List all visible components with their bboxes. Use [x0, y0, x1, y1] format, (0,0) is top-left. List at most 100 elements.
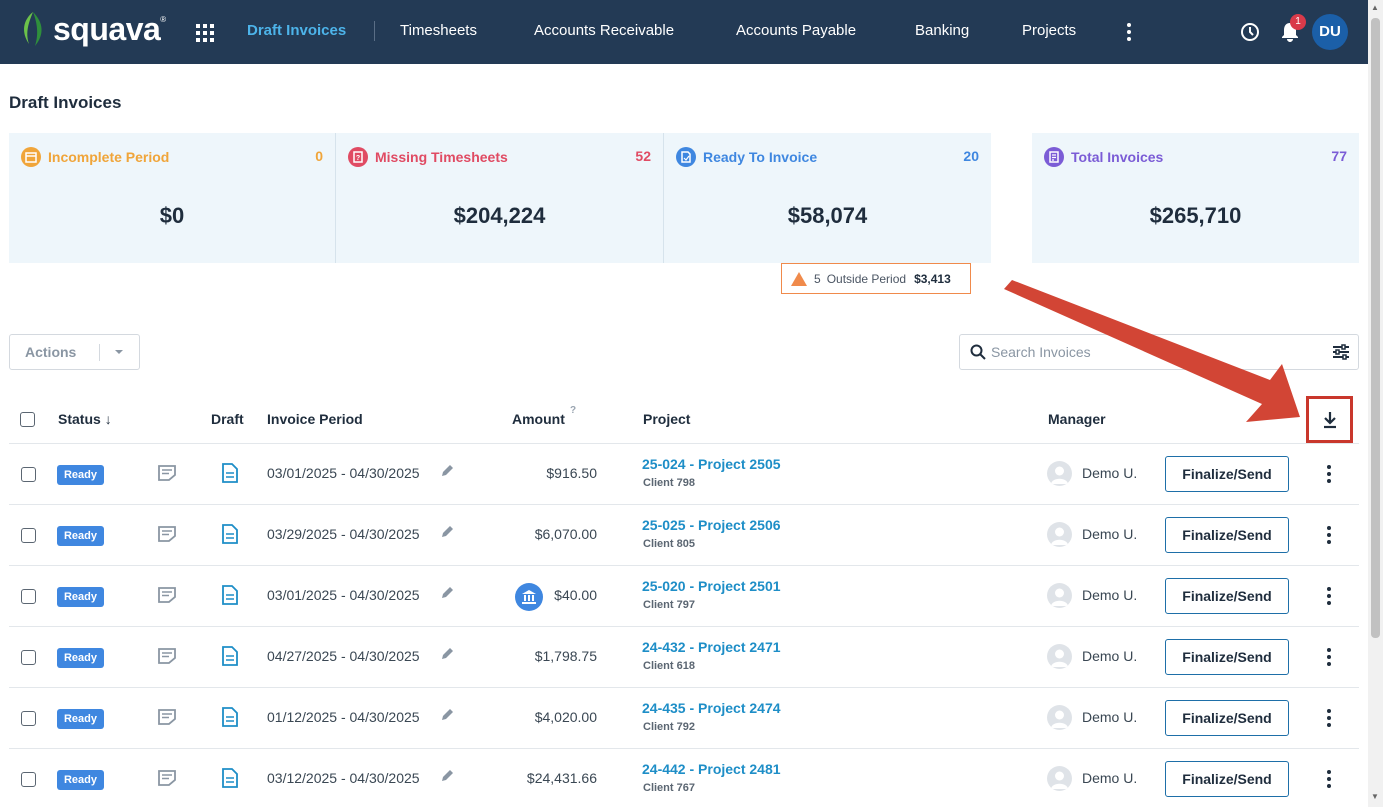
- table-row[interactable]: Ready 03/29/2025 - 04/30/2025 $6,070.00 …: [9, 505, 1359, 566]
- download-icon[interactable]: [1322, 411, 1338, 429]
- draft-document-icon[interactable]: [221, 707, 239, 727]
- row-more-menu-icon[interactable]: [1325, 525, 1333, 545]
- manager-name: Demo U.: [1082, 709, 1138, 725]
- scroll-down-arrow-icon[interactable]: ▼: [1371, 792, 1379, 801]
- finalize-send-button[interactable]: Finalize/Send: [1165, 578, 1289, 614]
- project-link[interactable]: 24-435 - Project 2474: [642, 700, 781, 716]
- apps-grid-icon[interactable]: [196, 24, 214, 42]
- header-invoice-period[interactable]: Invoice Period: [267, 411, 363, 427]
- nav-draft-invoices[interactable]: Draft Invoices: [247, 22, 346, 39]
- row-checkbox[interactable]: [21, 772, 36, 787]
- row-checkbox[interactable]: [21, 711, 36, 726]
- card-missing-timesheets[interactable]: ? Missing Timesheets 52 $204,224: [336, 133, 663, 263]
- card-count: 20: [963, 148, 979, 164]
- edit-pencil-icon[interactable]: [439, 463, 455, 479]
- project-link[interactable]: 25-025 - Project 2506: [642, 517, 781, 533]
- header-status-label: Status: [58, 411, 101, 427]
- finalize-send-button[interactable]: Finalize/Send: [1165, 517, 1289, 553]
- row-more-menu-icon[interactable]: [1325, 464, 1333, 484]
- nav-timesheets[interactable]: Timesheets: [400, 22, 477, 39]
- card-ready-to-invoice[interactable]: Ready To Invoice 20 $58,074: [664, 133, 991, 263]
- manager-name: Demo U.: [1082, 770, 1138, 786]
- draft-document-icon[interactable]: [221, 646, 239, 666]
- outside-period-alert[interactable]: 5 Outside Period $3,413: [781, 263, 971, 294]
- invoice-total-icon: [1044, 147, 1064, 167]
- manager-avatar-icon: [1047, 461, 1072, 486]
- download-highlight-box[interactable]: [1306, 396, 1353, 443]
- row-more-menu-icon[interactable]: [1325, 647, 1333, 667]
- manager-avatar-icon: [1047, 522, 1072, 547]
- finalize-send-button[interactable]: Finalize/Send: [1165, 456, 1289, 492]
- calendar-icon: [21, 147, 41, 167]
- scroll-up-arrow-icon[interactable]: ▲: [1371, 3, 1379, 12]
- finalize-send-button[interactable]: Finalize/Send: [1165, 639, 1289, 675]
- finalize-send-button[interactable]: Finalize/Send: [1165, 761, 1289, 797]
- table-row[interactable]: Ready 03/01/2025 - 04/30/2025 $916.50 25…: [9, 444, 1359, 505]
- bank-icon[interactable]: [515, 583, 543, 611]
- row-checkbox[interactable]: [21, 650, 36, 665]
- edit-pencil-icon[interactable]: [439, 707, 455, 723]
- clock-icon[interactable]: [1240, 22, 1260, 42]
- invoice-amount: $1,798.75: [534, 648, 597, 664]
- notes-icon[interactable]: [157, 708, 177, 726]
- finalize-send-button[interactable]: Finalize/Send: [1165, 700, 1289, 736]
- header-amount[interactable]: Amount: [512, 411, 565, 427]
- row-more-menu-icon[interactable]: [1325, 769, 1333, 789]
- table-row[interactable]: Ready 03/01/2025 - 04/30/2025 $40.00 25-…: [9, 566, 1359, 627]
- manager-name: Demo U.: [1082, 648, 1138, 664]
- project-link[interactable]: 24-432 - Project 2471: [642, 639, 781, 655]
- actions-dropdown[interactable]: Actions: [9, 334, 140, 370]
- card-total-invoices[interactable]: Total Invoices 77 $265,710: [1032, 133, 1359, 263]
- svg-text:?: ?: [356, 155, 360, 162]
- project-link[interactable]: 25-020 - Project 2501: [642, 578, 781, 594]
- draft-document-icon[interactable]: [221, 585, 239, 605]
- status-badge: Ready: [57, 465, 104, 485]
- sort-down-arrow-icon: ↓: [104, 411, 112, 427]
- edit-pencil-icon[interactable]: [439, 646, 455, 662]
- table-row[interactable]: Ready 01/12/2025 - 04/30/2025 $4,020.00 …: [9, 688, 1359, 749]
- project-link[interactable]: 25-024 - Project 2505: [642, 456, 781, 472]
- warning-triangle-icon: [791, 271, 807, 286]
- more-nav-icon[interactable]: [1120, 22, 1138, 42]
- project-link[interactable]: 24-442 - Project 2481: [642, 761, 781, 777]
- edit-pencil-icon[interactable]: [439, 768, 455, 784]
- draft-document-icon[interactable]: [221, 768, 239, 788]
- edit-pencil-icon[interactable]: [439, 524, 455, 540]
- top-nav-bar: squava ® Draft Invoices Timesheets Accou…: [0, 0, 1368, 64]
- draft-document-icon[interactable]: [221, 524, 239, 544]
- row-more-menu-icon[interactable]: [1325, 708, 1333, 728]
- notes-icon[interactable]: [157, 525, 177, 543]
- scrollbar-thumb[interactable]: [1371, 18, 1380, 638]
- row-checkbox[interactable]: [21, 528, 36, 543]
- nav-accounts-receivable[interactable]: Accounts Receivable: [534, 22, 674, 39]
- manager-avatar-icon: [1047, 583, 1072, 608]
- nav-accounts-payable[interactable]: Accounts Payable: [736, 22, 856, 39]
- notes-icon[interactable]: [157, 464, 177, 482]
- search-box[interactable]: Search Invoices: [959, 334, 1359, 370]
- actions-divider: [99, 344, 100, 361]
- amount-help-icon[interactable]: ?: [570, 405, 576, 416]
- notes-icon[interactable]: [157, 586, 177, 604]
- header-project[interactable]: Project: [643, 411, 690, 427]
- user-avatar[interactable]: DU: [1312, 14, 1348, 50]
- search-input[interactable]: Search Invoices: [991, 344, 1091, 360]
- row-checkbox[interactable]: [21, 589, 36, 604]
- table-row[interactable]: Ready 04/27/2025 - 04/30/2025 $1,798.75 …: [9, 627, 1359, 688]
- draft-document-icon[interactable]: [221, 463, 239, 483]
- row-more-menu-icon[interactable]: [1325, 586, 1333, 606]
- card-incomplete-period[interactable]: Incomplete Period 0 $0: [9, 133, 335, 263]
- filter-sliders-icon[interactable]: [1332, 343, 1350, 361]
- card-label: Incomplete Period: [48, 149, 170, 165]
- select-all-checkbox[interactable]: [20, 412, 35, 427]
- notes-icon[interactable]: [157, 647, 177, 665]
- header-status[interactable]: Status ↓: [58, 411, 112, 427]
- header-manager[interactable]: Manager: [1048, 411, 1106, 427]
- nav-banking[interactable]: Banking: [915, 22, 969, 39]
- notes-icon[interactable]: [157, 769, 177, 787]
- edit-pencil-icon[interactable]: [439, 585, 455, 601]
- status-badge: Ready: [57, 648, 104, 668]
- squava-logo[interactable]: squava ®: [19, 10, 166, 48]
- nav-projects[interactable]: Projects: [1022, 22, 1076, 39]
- table-row[interactable]: Ready 03/12/2025 - 04/30/2025 $24,431.66…: [9, 749, 1359, 807]
- row-checkbox[interactable]: [21, 467, 36, 482]
